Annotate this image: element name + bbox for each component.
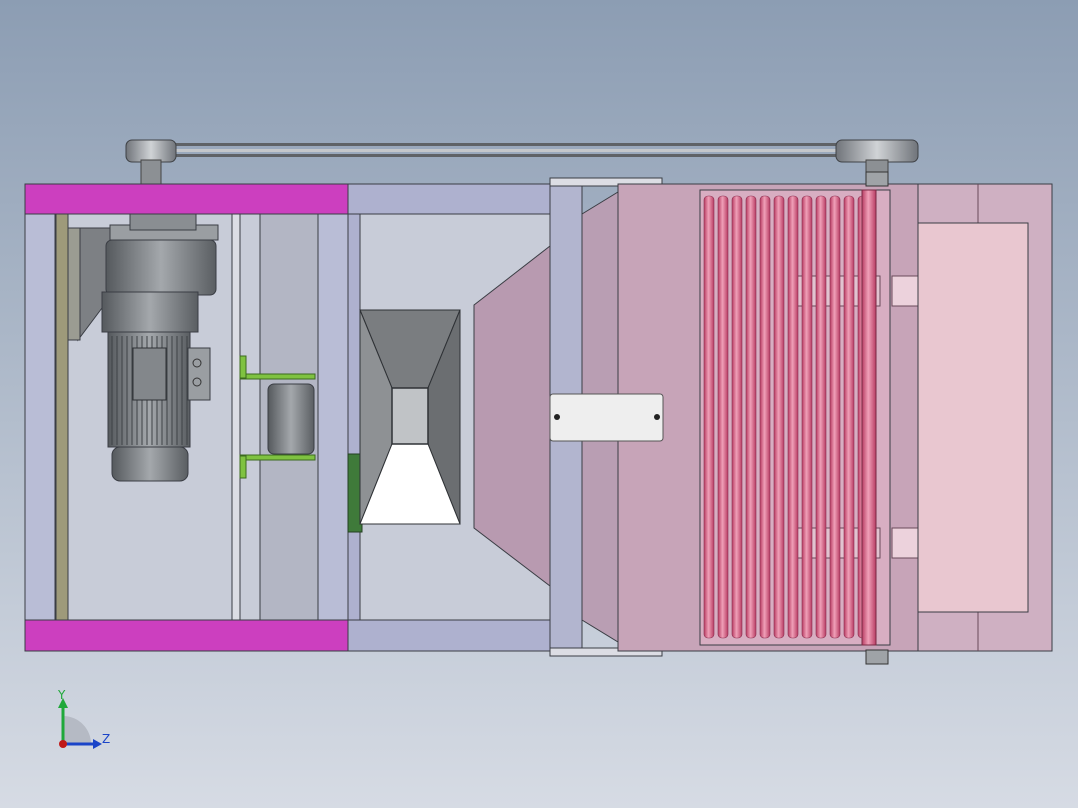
main-roller-shaft[interactable] (861, 189, 877, 646)
left-post (24, 213, 56, 621)
roller-tube[interactable] (843, 195, 855, 639)
cad-viewport[interactable]: Y Z (0, 0, 1078, 808)
bracket-lower (239, 454, 316, 461)
shaft-nut-bottom (865, 649, 889, 665)
inspection-plate[interactable] (549, 393, 664, 442)
gearbox-lower (101, 291, 199, 333)
roller-tube[interactable] (745, 195, 757, 639)
hopper[interactable] (359, 309, 461, 525)
belt-strand-top (136, 143, 918, 146)
hopper-outlet[interactable] (391, 387, 429, 445)
bottom-rail-lavender[interactable] (347, 619, 551, 652)
belt-strand-middle (136, 149, 918, 152)
center-post-inner (347, 213, 361, 621)
center-post (317, 213, 349, 621)
belt-strand-bottom (136, 154, 918, 157)
feed-chute[interactable] (473, 244, 551, 588)
terminal-box[interactable] (187, 347, 211, 401)
drive-shaft (140, 159, 162, 185)
plate-screw-icon (554, 414, 560, 420)
top-rail-magenta[interactable] (24, 183, 349, 215)
roller-bearing-lower (891, 527, 919, 559)
discharge-door[interactable] (917, 222, 1029, 613)
machine-top-view[interactable] (0, 0, 1078, 808)
driven-pulley[interactable] (835, 139, 919, 163)
roller-tube[interactable] (787, 195, 799, 639)
roller-tube[interactable] (773, 195, 785, 639)
roller-tube[interactable] (801, 195, 813, 639)
roller-tube[interactable] (703, 195, 715, 639)
axis-z-label: Z (102, 732, 111, 746)
bottom-rail-magenta[interactable] (24, 619, 349, 652)
bracket-upper (239, 373, 316, 380)
coupling-drum[interactable] (267, 383, 315, 455)
motor-fan-cover (111, 446, 189, 482)
axis-y-label: Y (58, 688, 66, 702)
top-rail-lavender[interactable] (347, 183, 551, 215)
roller-tube[interactable] (815, 195, 827, 639)
drive-pulley[interactable] (125, 139, 177, 163)
gearbox-neck (129, 213, 197, 231)
left-post-inner (55, 213, 69, 621)
roller-housing[interactable] (617, 171, 1053, 665)
roller-tube[interactable] (759, 195, 771, 639)
plate-body[interactable] (549, 393, 664, 442)
gearbox-body[interactable] (105, 239, 217, 296)
roller-bearing-upper (891, 275, 919, 307)
bracket-upper-tab (239, 355, 247, 379)
origin-icon (59, 740, 67, 748)
roller-tube[interactable] (717, 195, 729, 639)
roller-tube[interactable] (829, 195, 841, 639)
mount-plate (67, 227, 81, 341)
shaft-nut-top (865, 171, 889, 187)
plate-screw-icon (654, 414, 660, 420)
motor-nameplate (132, 347, 167, 401)
divider-post (231, 213, 241, 621)
bracket-lower-tab (239, 455, 247, 479)
roller-tube[interactable] (731, 195, 743, 639)
